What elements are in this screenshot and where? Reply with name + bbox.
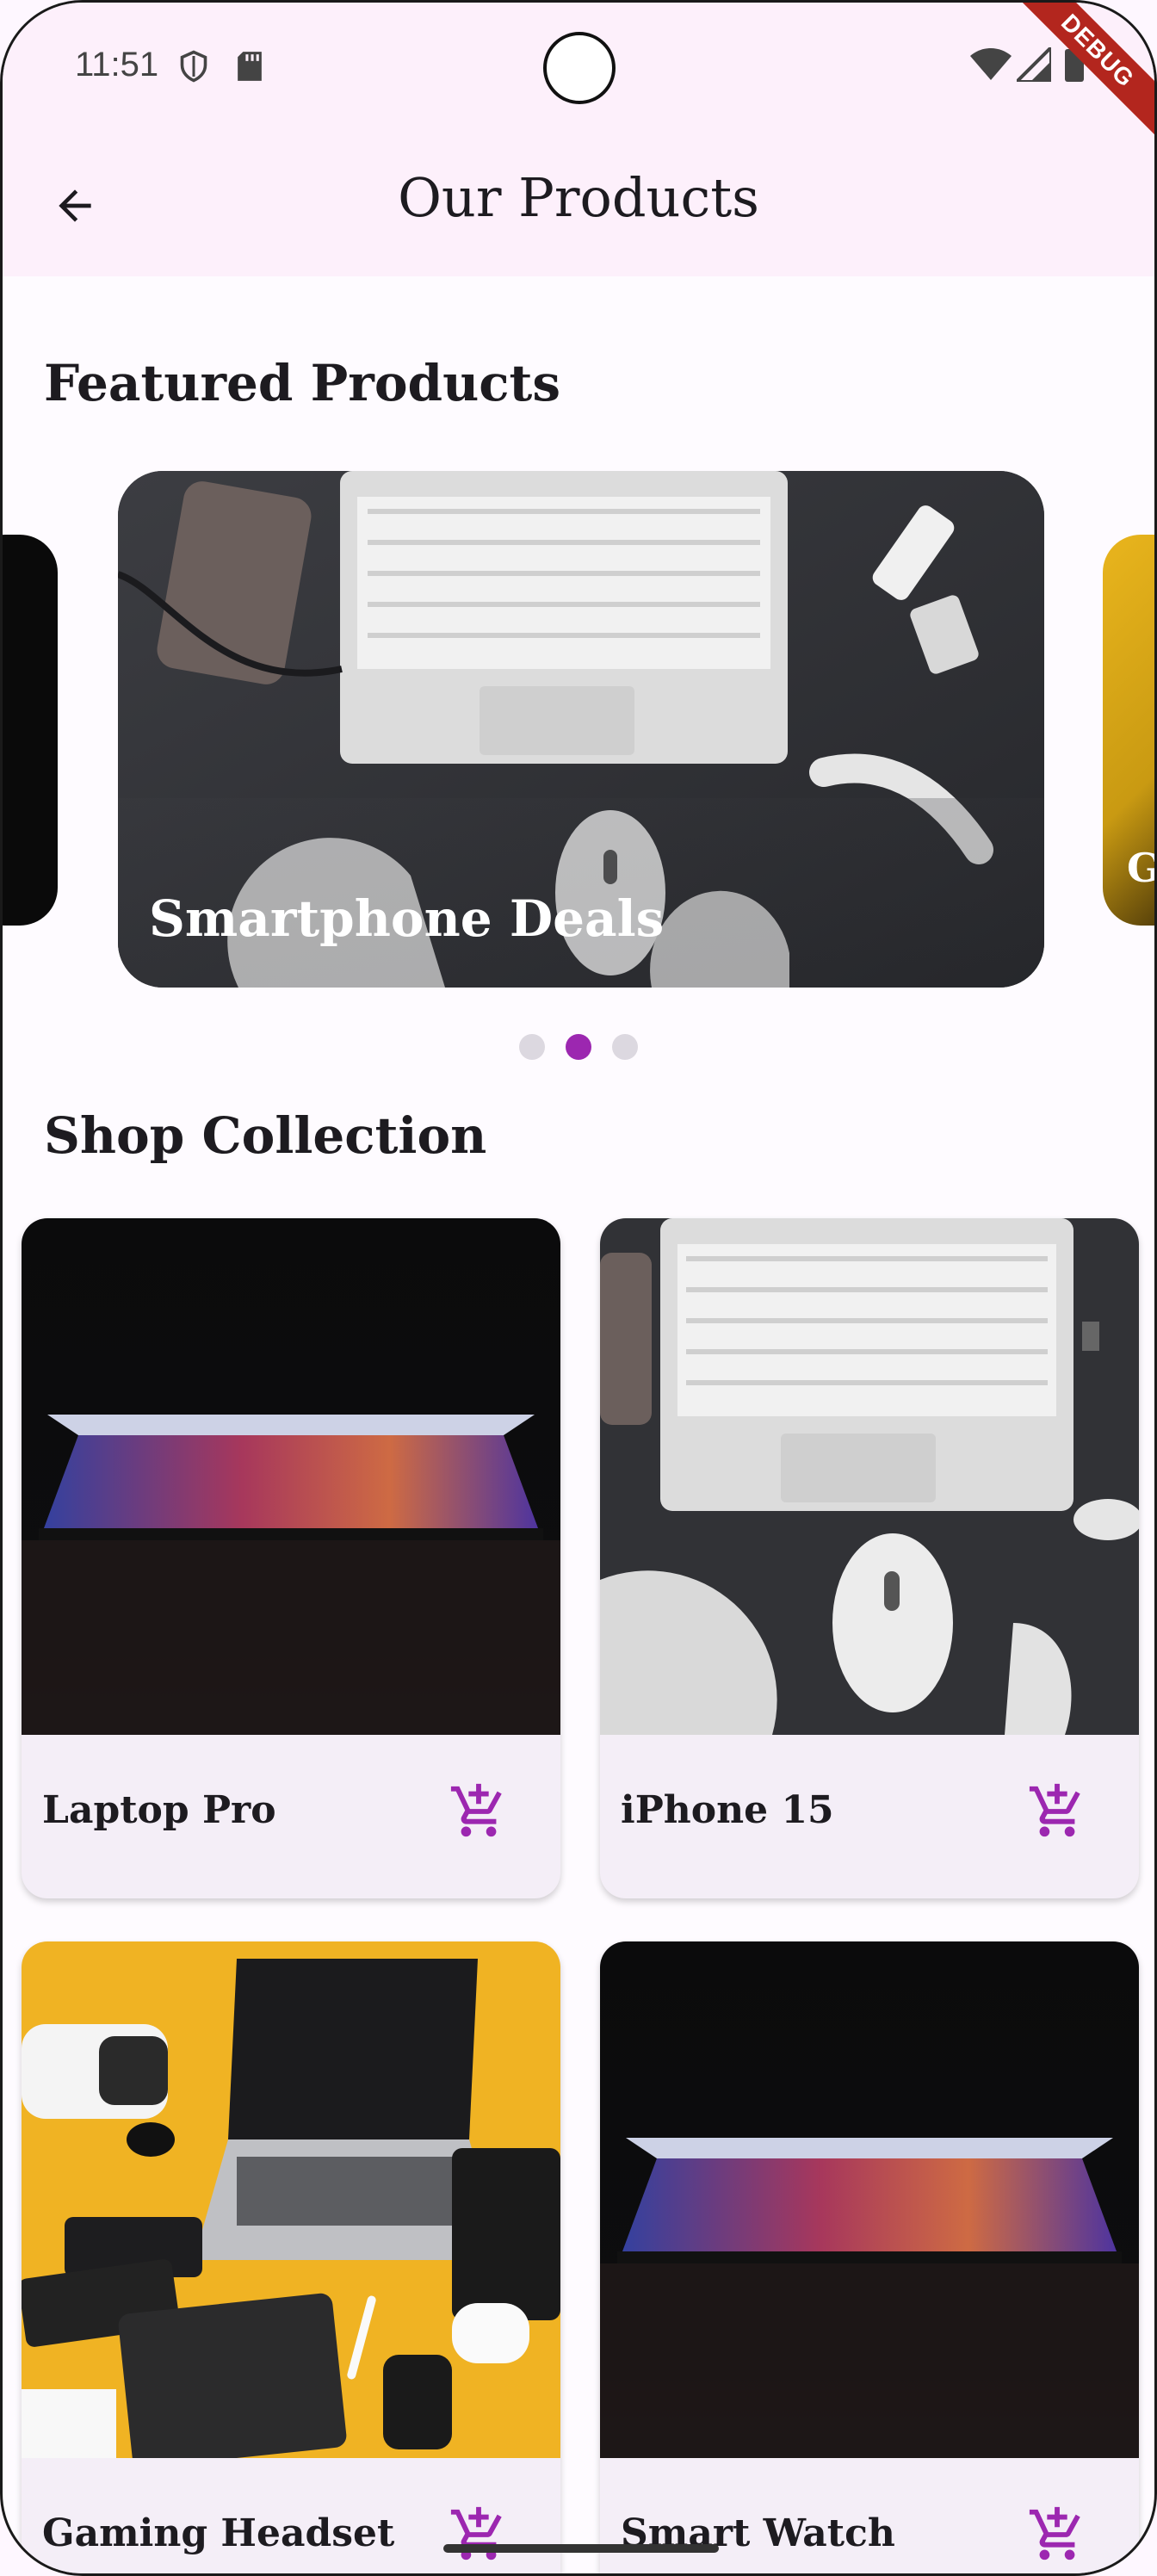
front-camera [543, 32, 616, 104]
product-card-gaming-headset[interactable]: Gaming Headset [22, 1941, 560, 2573]
sd-card-icon [238, 52, 262, 81]
featured-heading: Featured Products [44, 354, 560, 412]
collection-heading: Shop Collection [44, 1106, 487, 1165]
product-name: Gaming Headset [42, 2511, 395, 2555]
product-card-smart-watch[interactable]: Smart Watch [600, 1941, 1139, 2573]
signal-icon [1017, 47, 1051, 82]
gesture-handle[interactable] [443, 2544, 719, 2553]
product-name: Laptop Pro [42, 1788, 276, 1832]
wifi-icon [970, 48, 1012, 80]
product-image-gaming-headset [22, 1941, 560, 2458]
carousel-dot-2-active[interactable] [566, 1034, 591, 1060]
carousel-slide-current[interactable]: Smartphone Deals [118, 471, 1044, 988]
carousel-indicator [519, 1034, 638, 1060]
carousel-slide-next[interactable]: G [1103, 535, 1154, 926]
product-image-laptop-pro [22, 1218, 560, 1735]
top-bar: 11:51 DEBUG Our Products [3, 3, 1154, 276]
add-shopping-cart-icon[interactable] [449, 1781, 509, 1842]
add-shopping-cart-icon[interactable] [1027, 1781, 1087, 1842]
product-image-smart-watch [600, 1941, 1139, 2458]
shield-icon [180, 50, 207, 83]
page-title: Our Products [398, 166, 759, 229]
product-card-iphone-15[interactable]: iPhone 15 [600, 1218, 1139, 1898]
carousel-next-label: G [1127, 845, 1154, 891]
carousel-dot-1[interactable] [519, 1034, 545, 1060]
carousel-dot-3[interactable] [612, 1034, 638, 1060]
screen: 11:51 DEBUG Our Products Featured Produc… [0, 0, 1157, 2576]
product-image-iphone-15 [600, 1218, 1139, 1735]
add-shopping-cart-icon[interactable] [1027, 2505, 1087, 2565]
status-time: 11:51 [75, 46, 159, 84]
carousel-slide-previous[interactable] [3, 535, 58, 926]
add-shopping-cart-icon[interactable] [449, 2505, 509, 2565]
product-name: iPhone 15 [621, 1788, 834, 1832]
carousel-slide-label: Smartphone Deals [149, 889, 665, 948]
product-card-laptop-pro[interactable]: Laptop Pro [22, 1218, 560, 1898]
